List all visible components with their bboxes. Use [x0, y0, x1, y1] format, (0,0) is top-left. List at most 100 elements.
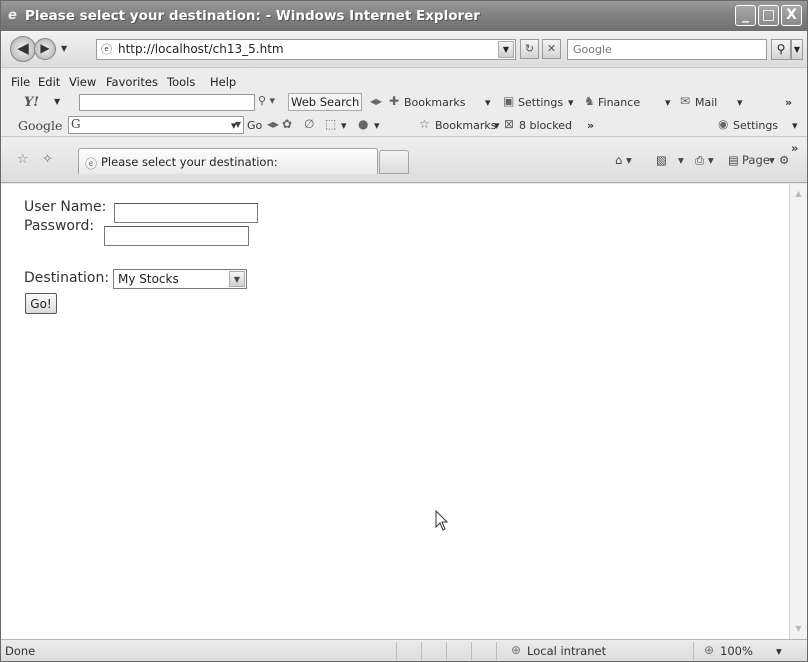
settings-icon: ▣: [503, 94, 515, 108]
pagerank-icon[interactable]: ✿: [282, 117, 292, 131]
stop-icon: ✕: [546, 42, 557, 55]
zoom-dropdown[interactable]: ▾: [776, 644, 782, 658]
yahoo-bookmarks[interactable]: Bookmarks: [404, 96, 465, 109]
menu-tools[interactable]: Tools: [167, 75, 195, 89]
destination-select[interactable]: My Stocks ▼: [113, 269, 247, 289]
menu-bar: File Edit View Favorites Tools Help: [1, 69, 807, 91]
search-button[interactable]: ⚲: [771, 39, 791, 60]
yahoo-search-input[interactable]: [79, 94, 255, 111]
vertical-scrollbar[interactable]: ▲ ▼: [789, 184, 807, 639]
google-g-icon: G: [71, 117, 81, 131]
google-box-dropdown[interactable]: ▾: [231, 119, 237, 132]
security-zone: Local intranet: [527, 644, 607, 658]
tab-title: Please select your destination:: [101, 155, 278, 169]
new-tab-button[interactable]: [379, 150, 409, 174]
navigation-bar: ◀ ▶ ▼ ⓔ http://localhost/ch13_5.htm ▼ ↻ …: [1, 31, 807, 68]
menu-view[interactable]: View: [69, 75, 96, 89]
google-logo: Google: [18, 118, 63, 133]
back-button[interactable]: ◀: [10, 36, 36, 62]
yahoo-logo[interactable]: Y!: [24, 95, 39, 110]
status-bar: Done ⊕ Local intranet ⊕ 100% ▾: [1, 639, 807, 661]
spell-icon[interactable]: ∅: [304, 117, 314, 131]
finance-icon: ♞: [584, 94, 595, 108]
search-icon: ⚲: [776, 42, 786, 56]
google-settings[interactable]: Settings: [733, 119, 778, 132]
password-label: Password:: [24, 218, 95, 234]
forward-icon: ▶: [40, 41, 50, 55]
search-icon: ⚲ ▾: [258, 94, 276, 107]
browser-window: e Please select your destination: - Wind…: [0, 0, 808, 662]
recent-pages-dropdown[interactable]: ▼: [61, 44, 67, 53]
minimize-button[interactable]: _: [735, 5, 756, 26]
google-bookmarks-star-icon: ☆: [419, 117, 430, 131]
refresh-button[interactable]: ↻: [520, 39, 539, 59]
popup-blocker-icon: ⊠: [504, 117, 515, 131]
google-toolbar: Google G ▼ ▾ Go ◂▸ ✿ ∅ ⬚ ▾ ● ▾ ☆ Bookmar…: [1, 113, 807, 137]
yahoo-more-chevron[interactable]: »: [785, 96, 792, 109]
address-dropdown[interactable]: ▼: [498, 41, 514, 58]
add-favorite-icon[interactable]: ✧: [42, 152, 53, 167]
google-go-button[interactable]: Go: [247, 119, 262, 132]
status-text: Done: [5, 644, 36, 658]
maximize-button[interactable]: □: [758, 5, 779, 26]
feeds-icon[interactable]: ▧: [656, 153, 667, 167]
yahoo-settings[interactable]: Settings: [518, 96, 563, 109]
mail-icon: ✉: [680, 94, 691, 108]
menu-favorites[interactable]: Favorites: [106, 75, 158, 89]
username-label: User Name:: [24, 199, 107, 215]
ie-logo-icon: e: [8, 8, 17, 23]
zoom-level[interactable]: 100%: [720, 644, 753, 658]
scroll-up-icon[interactable]: ▲: [791, 186, 806, 202]
search-input[interactable]: [568, 40, 766, 59]
tab-active[interactable]: ⓔ Please select your destination:: [78, 148, 378, 174]
menu-help[interactable]: Help: [210, 75, 236, 89]
search-box[interactable]: [567, 39, 767, 60]
translate-icon[interactable]: ●: [358, 117, 368, 131]
yahoo-toolbar: Y! ▼ ⚲ ▾ Web Search ◂▸ ✚ Bookmarks ▾ ▣ S…: [1, 91, 807, 113]
google-search-input[interactable]: G ▼: [68, 116, 244, 134]
page-menu[interactable]: Page: [742, 153, 770, 167]
yahoo-mail[interactable]: Mail: [695, 96, 717, 109]
command-bar-more[interactable]: »: [791, 141, 798, 155]
globe-intranet-icon: ⊕: [511, 643, 522, 657]
star-icon[interactable]: ☆: [17, 152, 29, 167]
destination-selected-value: My Stocks: [118, 272, 179, 286]
print-icon[interactable]: ⎙ ▾: [695, 153, 714, 168]
destination-label: Destination:: [24, 270, 110, 286]
web-search-button[interactable]: Web Search: [288, 93, 363, 111]
home-icon[interactable]: ⌂ ▾: [615, 153, 632, 167]
popups-blocked[interactable]: 8 blocked: [519, 119, 572, 132]
refresh-icon: ↻: [524, 42, 535, 55]
menu-edit[interactable]: Edit: [38, 75, 60, 89]
window-title: Please select your destination: - Window…: [25, 8, 480, 24]
yahoo-finance[interactable]: Finance: [598, 96, 640, 109]
arrows-icon: ◂▸: [267, 117, 280, 131]
search-options-dropdown[interactable]: ▼: [791, 39, 803, 60]
autofill-icon[interactable]: ⬚: [325, 117, 336, 131]
yahoo-menu-dropdown[interactable]: ▼: [54, 97, 60, 106]
google-more-chevron[interactable]: »: [587, 119, 594, 132]
bookmarks-star-icon: ✚: [389, 94, 400, 108]
go-button[interactable]: Go!: [25, 293, 57, 314]
tools-gear-icon: ⚙: [779, 153, 790, 167]
menu-file[interactable]: File: [11, 75, 30, 89]
page-icon: ⓔ: [85, 157, 98, 171]
page-icon: ⓔ: [101, 43, 112, 56]
zoom-icon: ⊕: [704, 643, 715, 657]
google-bookmarks[interactable]: Bookmarks: [435, 119, 496, 132]
separator-arrows-icon: ◂▸: [370, 94, 383, 108]
tab-bar: ☆ ✧ ⓔ Please select your destination: ⌂ …: [1, 138, 807, 183]
username-input[interactable]: [114, 203, 258, 223]
chevron-down-icon[interactable]: ▼: [229, 271, 245, 287]
address-bar[interactable]: ⓔ http://localhost/ch13_5.htm ▼: [96, 39, 516, 60]
cursor-arrow-icon: [435, 510, 449, 531]
address-url[interactable]: http://localhost/ch13_5.htm: [118, 42, 284, 56]
close-button[interactable]: X: [781, 5, 802, 26]
stop-button[interactable]: ✕: [542, 39, 561, 59]
back-icon: ◀: [17, 39, 29, 57]
page-content: User Name: Password: Destination: My Sto…: [1, 184, 789, 639]
forward-button[interactable]: ▶: [34, 38, 56, 60]
password-input[interactable]: [104, 226, 249, 246]
title-bar: e Please select your destination: - Wind…: [1, 1, 807, 31]
scroll-down-icon[interactable]: ▼: [791, 621, 806, 637]
